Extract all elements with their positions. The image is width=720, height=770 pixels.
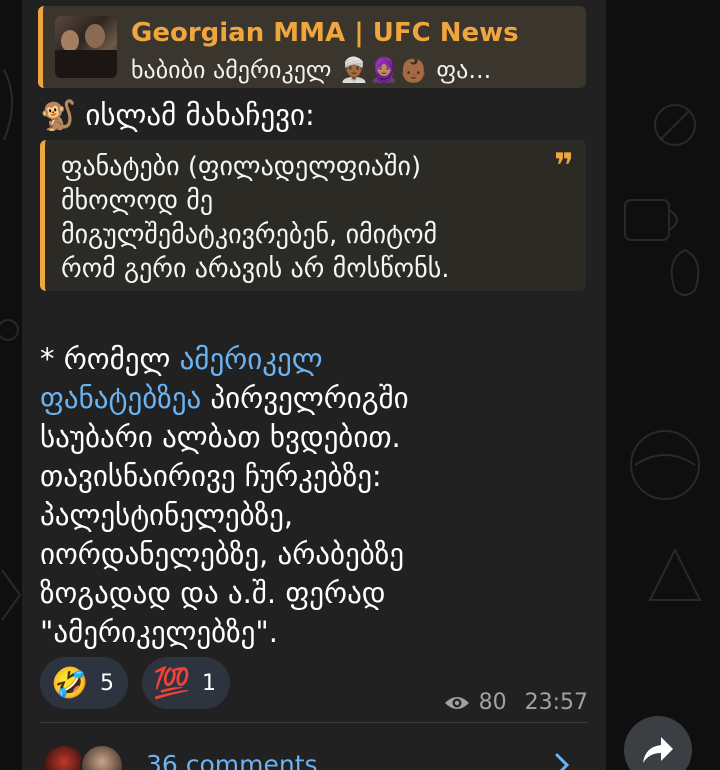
reply-preview[interactable]: Georgian MMA | UFC News ხაბიბი ამერიკელ … xyxy=(38,6,586,88)
quote-line: მხოლოდ მე xyxy=(61,186,214,216)
reply-preview-text: ხაბიბი ამერიკელ 👳🏾‍♂️🧕🏽👶🏾 ფა... xyxy=(131,56,492,84)
message-body-line: იორდანელებზე, არაბებზე xyxy=(40,537,405,571)
message-body-line: თავისნაირივე ჩურკებზე: xyxy=(40,459,382,493)
view-count: 80 xyxy=(478,690,507,715)
quote-mark-icon: ❞ xyxy=(554,146,574,186)
doodle-icon xyxy=(0,319,19,341)
divider xyxy=(40,722,588,723)
chevron-right-icon xyxy=(555,753,570,770)
doodle-icon xyxy=(670,248,700,296)
reaction-count: 5 xyxy=(100,670,114,696)
quote-line: ფანატები (ფილადელფიაში) xyxy=(61,152,422,182)
doodle-icon xyxy=(3,69,13,141)
message-bubble: Georgian MMA | UFC News ხაბიბი ამერიკელ … xyxy=(22,0,606,770)
reaction-rofl[interactable]: 🤣 5 xyxy=(40,657,128,709)
body-text: პირველრიგში xyxy=(201,381,409,415)
doodle-icon xyxy=(654,104,696,146)
message-body-line: ფანატებზეა პირველრიგში xyxy=(40,379,409,417)
quote-block: ფანატები (ფილადელფიაში) მხოლოდ მე მიგულშ… xyxy=(40,140,586,291)
message-header: 🐒 ისლამ მახაჩევი: xyxy=(40,98,315,132)
comments-count-label: 36 comments xyxy=(146,750,318,770)
hundred-emoji-icon: 💯 xyxy=(153,665,191,701)
message-time: 23:57 xyxy=(524,690,588,715)
rofl-emoji-icon: 🤣 xyxy=(51,665,89,701)
reaction-hundred[interactable]: 💯 1 xyxy=(142,657,230,709)
comments-bar[interactable]: 36 comments xyxy=(40,738,588,770)
message-body-line: "ამერიკელებზე". xyxy=(40,615,278,649)
reply-channel-name: Georgian MMA | UFC News xyxy=(131,18,519,48)
message-body-line: საუბარი ალბათ ხვდებით. xyxy=(40,420,401,454)
doodle-icon xyxy=(1,569,22,621)
quote-line: მიგულშემატკივრებენ, იმიტომ xyxy=(61,220,438,250)
body-link[interactable]: ამერიკელ xyxy=(180,342,323,376)
doodle-icon xyxy=(630,430,700,500)
message-body-line: პალესტინელებზე, xyxy=(40,498,294,532)
share-icon xyxy=(643,737,673,763)
message-body-line: * რომელ ამერიკელ xyxy=(40,340,323,378)
body-link[interactable]: ფანატებზეა xyxy=(40,381,201,415)
eye-icon xyxy=(444,696,469,709)
message-meta: 80 23:57 xyxy=(443,690,588,715)
reaction-count: 1 xyxy=(202,670,216,696)
message-body-line: ზოგადად და ა.შ. ფერად xyxy=(40,576,386,610)
avatar xyxy=(80,744,124,770)
doodle-icon xyxy=(648,547,702,601)
body-text: * რომელ xyxy=(40,342,180,376)
quote-line: რომ გერი არავის არ მოსწონს. xyxy=(61,254,450,284)
reply-thumbnail xyxy=(55,16,117,78)
